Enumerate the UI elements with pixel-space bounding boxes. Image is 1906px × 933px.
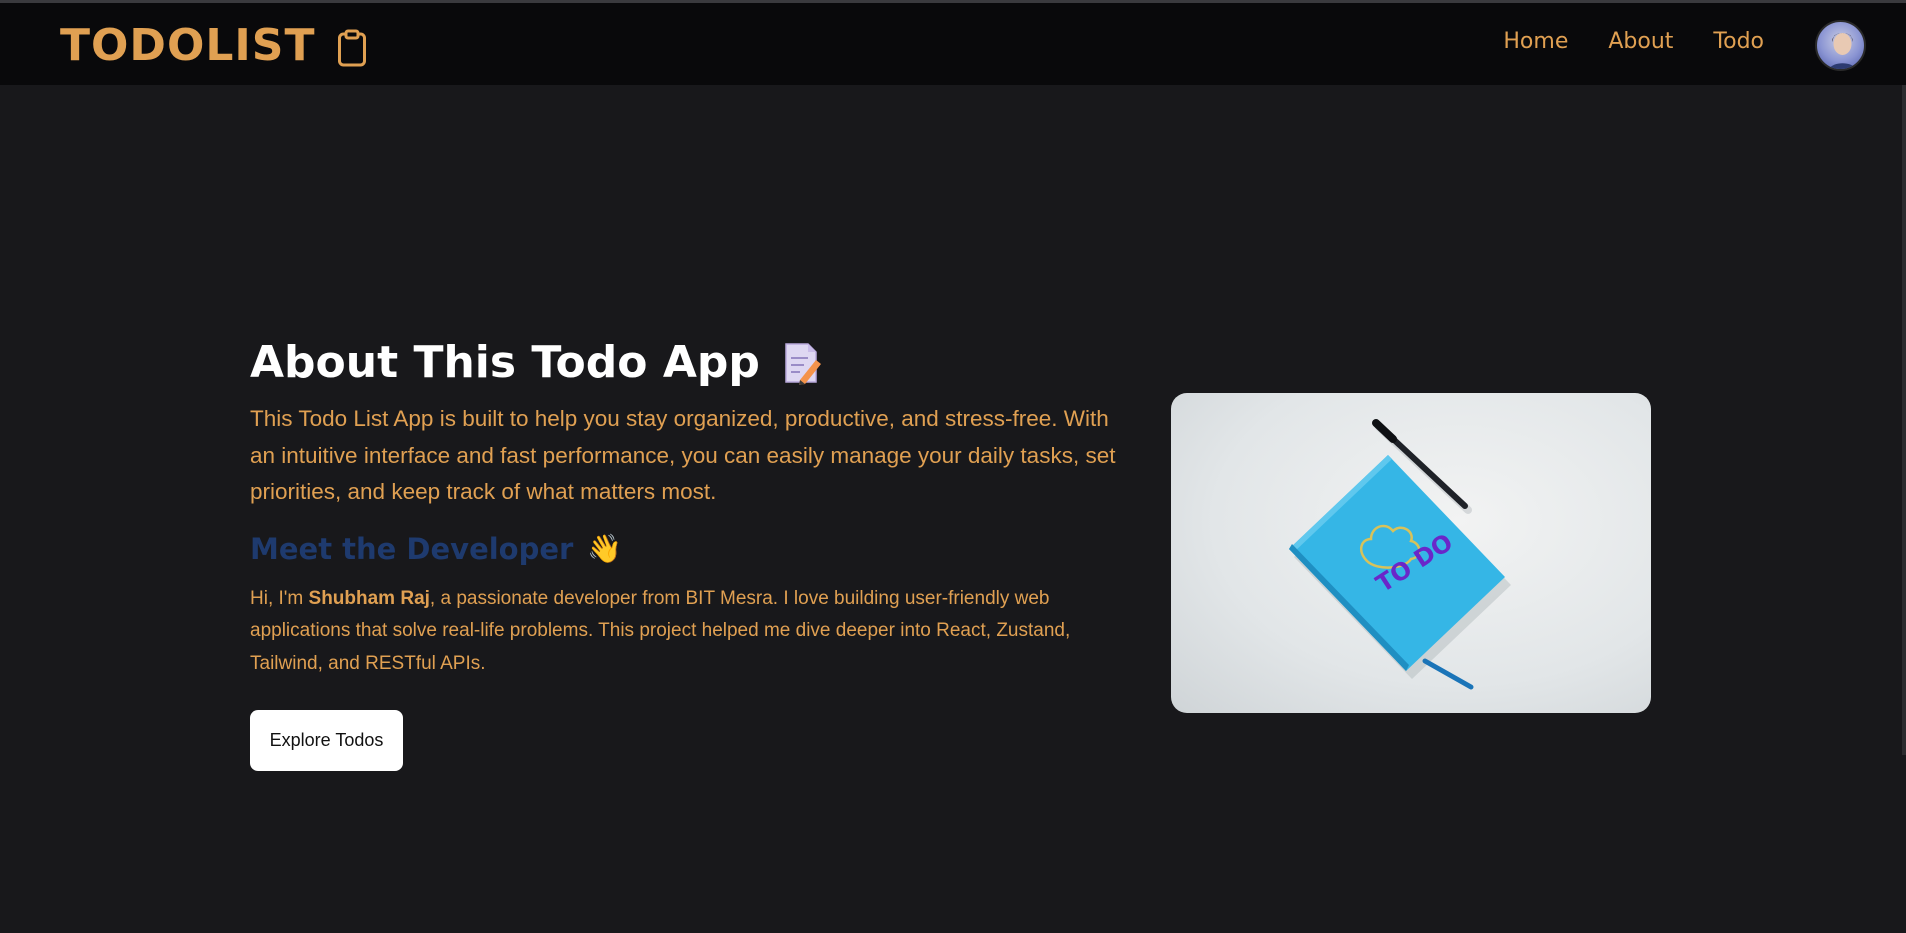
user-avatar[interactable]: [1815, 20, 1866, 71]
clipboard-icon: [337, 27, 367, 66]
explore-todos-button[interactable]: Explore Todos: [250, 710, 403, 771]
brand-text: TODOLIST: [60, 20, 316, 71]
developer-bio: Hi, I'm Shubham Raj, a passionate develo…: [250, 583, 1120, 681]
todo-notebook-image: TO DO: [1171, 393, 1651, 713]
nav-link-home[interactable]: Home: [1503, 29, 1568, 54]
developer-heading: Meet the Developer 👋: [250, 529, 1120, 569]
bio-prefix: Hi, I'm: [250, 587, 309, 609]
nav-link-todo[interactable]: Todo: [1713, 29, 1764, 54]
navbar: TODOLIST Home About Todo: [0, 3, 1906, 85]
page-title-text: About This Todo App: [250, 337, 760, 388]
nav-links: Home About Todo: [1503, 29, 1764, 54]
developer-heading-text: Meet the Developer: [250, 531, 574, 566]
brand-logo[interactable]: TODOLIST: [60, 20, 367, 71]
scrollbar[interactable]: [1902, 85, 1906, 755]
intro-paragraph: This Todo List App is built to help you …: [250, 406, 1116, 504]
page-title: About This Todo App: [250, 335, 1120, 391]
nav-link-about[interactable]: About: [1608, 29, 1673, 54]
memo-icon: [782, 340, 822, 386]
waving-hand-icon: 👋: [587, 531, 623, 565]
developer-name: Shubham Raj: [308, 587, 430, 609]
about-content: About This Todo App This Todo List App i…: [250, 335, 1120, 771]
